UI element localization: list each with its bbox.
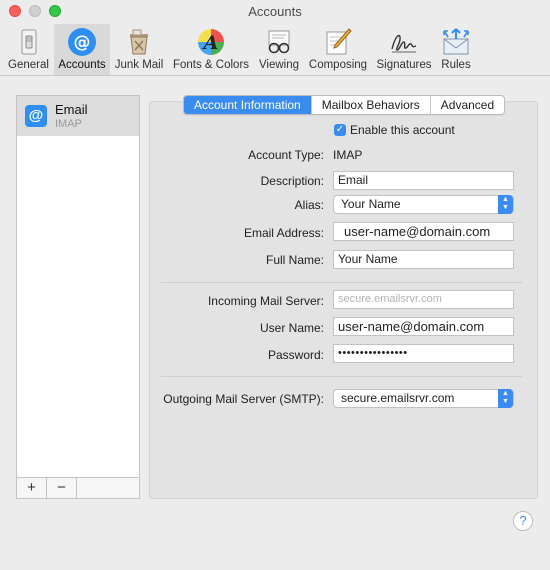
- title-bar: Accounts: [0, 0, 550, 24]
- email-address-field[interactable]: user-name@domain.com: [333, 222, 514, 241]
- description-field[interactable]: Email: [333, 171, 514, 190]
- toolbar-fonts-colors[interactable]: A Fonts & Colors: [169, 24, 253, 75]
- at-sign-icon: @: [25, 105, 47, 127]
- trash-bin-icon: [124, 27, 154, 57]
- tab-account-information[interactable]: Account Information: [184, 96, 312, 114]
- enable-account-checkbox[interactable]: ✓: [334, 124, 346, 136]
- toolbar-signatures[interactable]: Signatures: [373, 24, 435, 75]
- alias-popup[interactable]: Your Name ▲ ▼: [333, 195, 514, 214]
- toolbar-composing[interactable]: Composing: [305, 24, 371, 75]
- description-label: Description:: [260, 174, 324, 188]
- toolbar-general[interactable]: General: [4, 24, 53, 75]
- incoming-server-field[interactable]: secure.emailsrvr.com: [333, 290, 514, 309]
- window-title: Accounts: [248, 4, 302, 19]
- alias-value: Your Name: [341, 197, 401, 211]
- toolbar-viewing[interactable]: Viewing: [255, 24, 303, 75]
- full-name-field[interactable]: Your Name: [333, 250, 514, 269]
- account-name: Email: [55, 102, 88, 117]
- full-name-label: Full Name:: [265, 253, 324, 267]
- account-list: @ Email IMAP + −: [16, 95, 140, 499]
- email-address-label: Email Address:: [243, 226, 324, 240]
- minimize-window-button[interactable]: [29, 5, 41, 17]
- remove-account-button[interactable]: −: [47, 478, 77, 498]
- preferences-toolbar: General @ Accounts Junk Mail A Fonts & C…: [0, 24, 550, 76]
- zoom-window-button[interactable]: [49, 5, 61, 17]
- outgoing-server-value: secure.emailsrvr.com: [341, 391, 455, 405]
- at-sign-icon: @: [67, 27, 97, 57]
- toolbar-rules[interactable]: Rules: [436, 24, 476, 75]
- password-label: Password:: [267, 348, 324, 362]
- account-type: IMAP: [55, 118, 82, 130]
- accounts-preferences-window: Accounts General @ Accounts Junk Mail A …: [0, 0, 550, 570]
- password-field[interactable]: ••••••••••••••••: [333, 344, 514, 363]
- account-list-item[interactable]: @ Email IMAP: [17, 96, 139, 136]
- tab-mailbox-behaviors[interactable]: Mailbox Behaviors: [312, 96, 431, 114]
- account-list-footer: + −: [17, 477, 139, 498]
- font-palette-icon: A: [196, 27, 226, 57]
- help-button[interactable]: ?: [513, 511, 533, 531]
- glasses-icon: [264, 27, 294, 57]
- account-type-value: IMAP: [333, 148, 363, 162]
- account-type-label: Account Type:: [248, 148, 324, 162]
- toolbar-junk-mail[interactable]: Junk Mail: [111, 24, 167, 75]
- popup-arrows-icon: ▲ ▼: [498, 195, 513, 214]
- enable-account-label: Enable this account: [350, 123, 455, 137]
- rules-envelope-icon: [441, 27, 471, 57]
- close-window-button[interactable]: [9, 5, 21, 17]
- popup-arrows-icon: ▲ ▼: [498, 389, 513, 408]
- svg-text:A: A: [202, 32, 219, 54]
- tab-advanced[interactable]: Advanced: [431, 96, 504, 114]
- toolbar-accounts[interactable]: @ Accounts: [54, 24, 110, 75]
- pen-paper-icon: [323, 27, 353, 57]
- add-account-button[interactable]: +: [17, 478, 47, 498]
- outgoing-server-popup[interactable]: secure.emailsrvr.com ▲ ▼: [333, 389, 514, 408]
- user-name-label: User Name:: [259, 321, 324, 335]
- user-name-field[interactable]: user-name@domain.com: [333, 317, 514, 336]
- svg-text:@: @: [74, 33, 91, 53]
- divider: [161, 376, 522, 377]
- general-switch-icon: [14, 27, 44, 57]
- outgoing-server-label: Outgoing Mail Server (SMTP):: [163, 392, 324, 406]
- signature-icon: [389, 27, 419, 57]
- incoming-server-label: Incoming Mail Server:: [207, 294, 324, 308]
- alias-label: Alias:: [294, 198, 324, 212]
- settings-tab-bar: Account Information Mailbox Behaviors Ad…: [183, 95, 506, 115]
- divider: [161, 282, 522, 283]
